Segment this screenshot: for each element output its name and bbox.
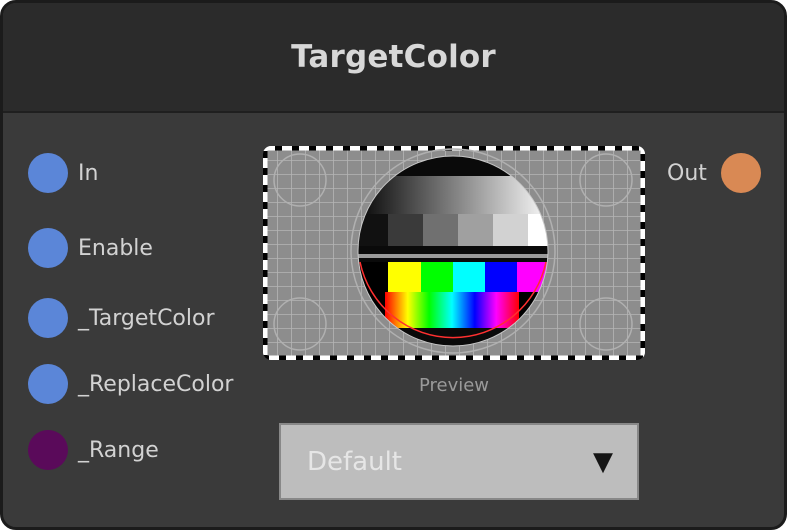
node-title: TargetColor	[291, 39, 496, 75]
input-port-range[interactable]: _Range	[28, 430, 159, 470]
port-dot-out[interactable]	[720, 153, 761, 193]
input-port-targetcolor[interactable]: _TargetColor	[28, 298, 215, 338]
port-label-out: Out	[667, 160, 707, 186]
port-label-in: In	[78, 160, 99, 186]
port-dot-in[interactable]	[28, 153, 68, 193]
port-label-range: _Range	[78, 437, 159, 463]
input-port-enable[interactable]: Enable	[28, 228, 153, 268]
mode-dropdown[interactable]: Default ▼	[279, 423, 639, 500]
dropdown-value: Default	[307, 446, 402, 477]
node-header[interactable]: TargetColor	[3, 3, 784, 113]
port-label-targetcolor: _TargetColor	[78, 305, 215, 331]
preview-label: Preview	[418, 375, 490, 396]
preview-image	[263, 146, 645, 360]
port-dot-range[interactable]	[28, 430, 68, 470]
node-targetcolor[interactable]: TargetColor In Enable _TargetColor _Repl…	[0, 0, 787, 530]
port-dot-enable[interactable]	[28, 228, 68, 268]
triangle-down-icon[interactable]: ▼	[593, 449, 613, 475]
input-port-in[interactable]: In	[28, 153, 98, 193]
port-dot-replacecolor[interactable]	[28, 364, 68, 404]
port-dot-targetcolor[interactable]	[28, 298, 68, 338]
port-label-enable: Enable	[78, 235, 153, 261]
output-port-out[interactable]: Out	[667, 153, 761, 193]
input-port-replacecolor[interactable]: _ReplaceColor	[28, 364, 233, 404]
port-label-replacecolor: _ReplaceColor	[78, 371, 234, 397]
test-pattern-image	[263, 146, 645, 360]
